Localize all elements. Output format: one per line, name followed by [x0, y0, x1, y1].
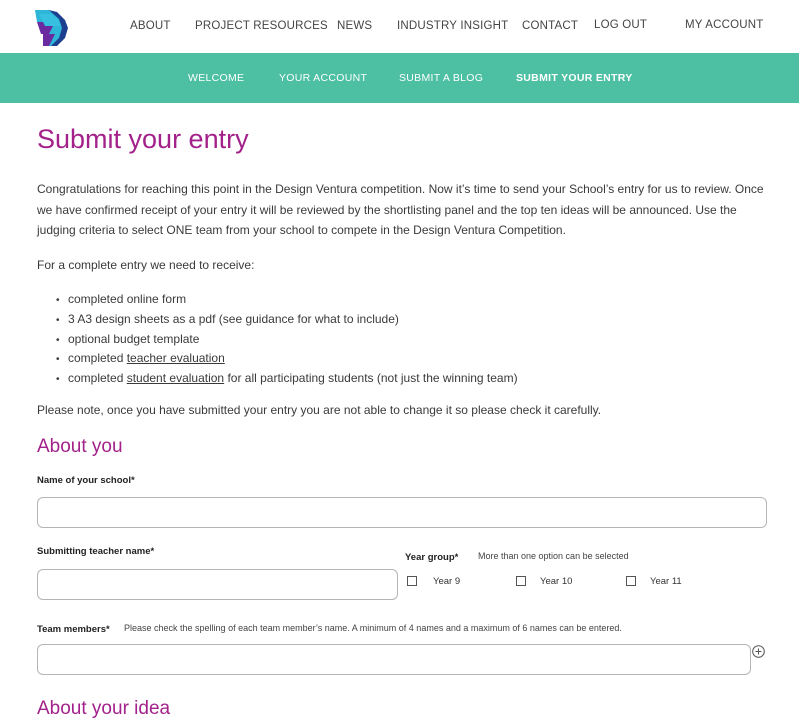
student-evaluation-link[interactable]: student evaluation: [127, 371, 224, 385]
nav-my-account[interactable]: MY ACCOUNT: [685, 19, 763, 31]
design-ventura-logo-icon[interactable]: [35, 8, 71, 48]
list-item-text: completed online form: [68, 292, 187, 306]
requirements-intro: For a complete entry we need to receive:: [37, 258, 255, 272]
list-item-text: completed: [68, 351, 127, 366]
list-item-text: optional budget template: [68, 331, 200, 346]
school-name-input[interactable]: [37, 497, 767, 528]
year-10-checkbox[interactable]: [516, 576, 526, 586]
teacher-name-label: Submitting teacher name*: [37, 546, 155, 557]
requirements-list: completed online form 3 A3 design sheets…: [56, 290, 518, 389]
school-name-label: Name of your school*: [37, 475, 135, 486]
list-item: optional budget template: [56, 330, 518, 350]
list-item: completed online form: [56, 290, 518, 310]
subnav-your-account[interactable]: YOUR ACCOUNT: [279, 72, 367, 84]
nav-about[interactable]: ABOUT: [130, 20, 171, 32]
year-11-label: Year 11: [650, 576, 682, 587]
nav-project-resources[interactable]: PROJECT RESOURCES: [195, 20, 328, 32]
nav-log-out[interactable]: LOG OUT: [594, 19, 647, 31]
list-item: completed student evaluation for all par…: [56, 369, 518, 389]
intro-paragraph: Congratulations for reaching this point …: [37, 182, 764, 237]
year-11-checkbox[interactable]: [626, 576, 636, 586]
nav-contact[interactable]: CONTACT: [522, 20, 578, 32]
subnav-submit-a-blog[interactable]: SUBMIT A BLOG: [399, 72, 483, 84]
team-members-label: Team members*: [37, 624, 110, 635]
nav-news[interactable]: NEWS: [337, 20, 372, 32]
subnav-submit-your-entry[interactable]: SUBMIT YOUR ENTRY: [516, 72, 633, 84]
year-group-note: More than one option can be selected: [478, 551, 629, 561]
teacher-name-input[interactable]: [37, 569, 398, 600]
submission-note: Please note, once you have submitted you…: [37, 403, 602, 417]
plus-circle-icon[interactable]: [752, 645, 765, 658]
year-9-checkbox[interactable]: [407, 576, 417, 586]
top-header: ABOUT PROJECT RESOURCES NEWS INDUSTRY IN…: [0, 0, 799, 53]
year-9-label: Year 9: [433, 576, 461, 587]
list-item-text: completed: [68, 371, 127, 386]
list-item: completed teacher evaluation: [56, 349, 518, 369]
subnav-welcome[interactable]: WELCOME: [188, 72, 244, 84]
list-item-text: 3 A3 design sheets as a pdf (see guidanc…: [68, 311, 399, 326]
nav-industry-insight[interactable]: INDUSTRY INSIGHT: [397, 20, 508, 32]
about-your-idea-heading: About your idea: [37, 698, 171, 719]
list-item-text: for all participating students (not just…: [224, 371, 518, 386]
year-10-label: Year 10: [540, 576, 573, 587]
team-member-input[interactable]: [37, 644, 751, 675]
page-title: Submit your entry: [37, 124, 249, 154]
list-item: 3 A3 design sheets as a pdf (see guidanc…: [56, 310, 518, 330]
about-you-heading: About you: [37, 436, 123, 457]
teacher-evaluation-link[interactable]: teacher evaluation: [127, 351, 225, 365]
account-subnav: WELCOME YOUR ACCOUNT SUBMIT A BLOG SUBMI…: [0, 53, 799, 103]
year-group-label: Year group*: [405, 552, 459, 563]
team-members-note: Please check the spelling of each team m…: [124, 623, 622, 633]
